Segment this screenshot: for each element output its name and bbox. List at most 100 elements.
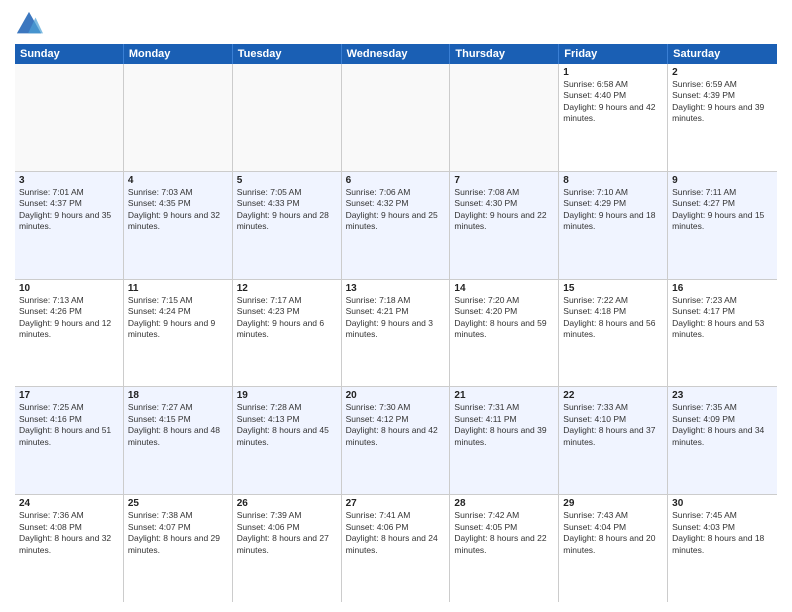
day-number: 26 bbox=[237, 498, 337, 509]
cell-info: Sunrise: 7:08 AM Sunset: 4:30 PM Dayligh… bbox=[454, 187, 554, 233]
calendar-cell-4-4: 28Sunrise: 7:42 AM Sunset: 4:05 PM Dayli… bbox=[450, 495, 559, 602]
cell-info: Sunrise: 7:27 AM Sunset: 4:15 PM Dayligh… bbox=[128, 402, 228, 448]
day-number: 22 bbox=[563, 390, 663, 401]
cell-info: Sunrise: 7:20 AM Sunset: 4:20 PM Dayligh… bbox=[454, 295, 554, 341]
header-day-thursday: Thursday bbox=[450, 44, 559, 64]
calendar-page: SundayMondayTuesdayWednesdayThursdayFrid… bbox=[0, 0, 792, 612]
calendar-cell-3-4: 21Sunrise: 7:31 AM Sunset: 4:11 PM Dayli… bbox=[450, 387, 559, 494]
page-header bbox=[15, 10, 777, 38]
day-number: 11 bbox=[128, 283, 228, 294]
calendar-cell-0-1 bbox=[124, 64, 233, 171]
header-day-saturday: Saturday bbox=[668, 44, 777, 64]
day-number: 16 bbox=[672, 283, 773, 294]
calendar-row-2: 10Sunrise: 7:13 AM Sunset: 4:26 PM Dayli… bbox=[15, 280, 777, 388]
calendar-cell-1-1: 4Sunrise: 7:03 AM Sunset: 4:35 PM Daylig… bbox=[124, 172, 233, 279]
calendar-cell-0-2 bbox=[233, 64, 342, 171]
cell-info: Sunrise: 7:31 AM Sunset: 4:11 PM Dayligh… bbox=[454, 402, 554, 448]
day-number: 5 bbox=[237, 175, 337, 186]
calendar-cell-4-2: 26Sunrise: 7:39 AM Sunset: 4:06 PM Dayli… bbox=[233, 495, 342, 602]
cell-info: Sunrise: 7:01 AM Sunset: 4:37 PM Dayligh… bbox=[19, 187, 119, 233]
day-number: 20 bbox=[346, 390, 446, 401]
header-day-friday: Friday bbox=[559, 44, 668, 64]
cell-info: Sunrise: 7:36 AM Sunset: 4:08 PM Dayligh… bbox=[19, 510, 119, 556]
day-number: 4 bbox=[128, 175, 228, 186]
logo-icon bbox=[15, 10, 43, 38]
day-number: 1 bbox=[563, 67, 663, 78]
day-number: 18 bbox=[128, 390, 228, 401]
day-number: 30 bbox=[672, 498, 773, 509]
day-number: 19 bbox=[237, 390, 337, 401]
calendar-cell-2-1: 11Sunrise: 7:15 AM Sunset: 4:24 PM Dayli… bbox=[124, 280, 233, 387]
calendar-cell-3-3: 20Sunrise: 7:30 AM Sunset: 4:12 PM Dayli… bbox=[342, 387, 451, 494]
day-number: 6 bbox=[346, 175, 446, 186]
day-number: 17 bbox=[19, 390, 119, 401]
calendar-cell-4-3: 27Sunrise: 7:41 AM Sunset: 4:06 PM Dayli… bbox=[342, 495, 451, 602]
calendar-header: SundayMondayTuesdayWednesdayThursdayFrid… bbox=[15, 44, 777, 64]
calendar-cell-3-2: 19Sunrise: 7:28 AM Sunset: 4:13 PM Dayli… bbox=[233, 387, 342, 494]
day-number: 7 bbox=[454, 175, 554, 186]
calendar-cell-4-0: 24Sunrise: 7:36 AM Sunset: 4:08 PM Dayli… bbox=[15, 495, 124, 602]
calendar-cell-2-6: 16Sunrise: 7:23 AM Sunset: 4:17 PM Dayli… bbox=[668, 280, 777, 387]
calendar-row-1: 3Sunrise: 7:01 AM Sunset: 4:37 PM Daylig… bbox=[15, 172, 777, 280]
cell-info: Sunrise: 7:17 AM Sunset: 4:23 PM Dayligh… bbox=[237, 295, 337, 341]
calendar-cell-4-1: 25Sunrise: 7:38 AM Sunset: 4:07 PM Dayli… bbox=[124, 495, 233, 602]
calendar-cell-3-5: 22Sunrise: 7:33 AM Sunset: 4:10 PM Dayli… bbox=[559, 387, 668, 494]
cell-info: Sunrise: 7:41 AM Sunset: 4:06 PM Dayligh… bbox=[346, 510, 446, 556]
calendar-cell-2-0: 10Sunrise: 7:13 AM Sunset: 4:26 PM Dayli… bbox=[15, 280, 124, 387]
day-number: 15 bbox=[563, 283, 663, 294]
cell-info: Sunrise: 7:11 AM Sunset: 4:27 PM Dayligh… bbox=[672, 187, 773, 233]
calendar-row-0: 1Sunrise: 6:58 AM Sunset: 4:40 PM Daylig… bbox=[15, 64, 777, 172]
calendar-cell-1-4: 7Sunrise: 7:08 AM Sunset: 4:30 PM Daylig… bbox=[450, 172, 559, 279]
header-day-monday: Monday bbox=[124, 44, 233, 64]
cell-info: Sunrise: 7:25 AM Sunset: 4:16 PM Dayligh… bbox=[19, 402, 119, 448]
calendar-cell-2-5: 15Sunrise: 7:22 AM Sunset: 4:18 PM Dayli… bbox=[559, 280, 668, 387]
calendar-cell-2-4: 14Sunrise: 7:20 AM Sunset: 4:20 PM Dayli… bbox=[450, 280, 559, 387]
day-number: 27 bbox=[346, 498, 446, 509]
calendar-cell-1-6: 9Sunrise: 7:11 AM Sunset: 4:27 PM Daylig… bbox=[668, 172, 777, 279]
calendar-cell-1-5: 8Sunrise: 7:10 AM Sunset: 4:29 PM Daylig… bbox=[559, 172, 668, 279]
cell-info: Sunrise: 7:03 AM Sunset: 4:35 PM Dayligh… bbox=[128, 187, 228, 233]
cell-info: Sunrise: 7:13 AM Sunset: 4:26 PM Dayligh… bbox=[19, 295, 119, 341]
cell-info: Sunrise: 6:59 AM Sunset: 4:39 PM Dayligh… bbox=[672, 79, 773, 125]
cell-info: Sunrise: 7:35 AM Sunset: 4:09 PM Dayligh… bbox=[672, 402, 773, 448]
day-number: 10 bbox=[19, 283, 119, 294]
calendar-cell-0-0 bbox=[15, 64, 124, 171]
cell-info: Sunrise: 7:22 AM Sunset: 4:18 PM Dayligh… bbox=[563, 295, 663, 341]
cell-info: Sunrise: 7:45 AM Sunset: 4:03 PM Dayligh… bbox=[672, 510, 773, 556]
cell-info: Sunrise: 7:06 AM Sunset: 4:32 PM Dayligh… bbox=[346, 187, 446, 233]
calendar: SundayMondayTuesdayWednesdayThursdayFrid… bbox=[15, 44, 777, 602]
calendar-cell-4-6: 30Sunrise: 7:45 AM Sunset: 4:03 PM Dayli… bbox=[668, 495, 777, 602]
day-number: 8 bbox=[563, 175, 663, 186]
calendar-cell-0-5: 1Sunrise: 6:58 AM Sunset: 4:40 PM Daylig… bbox=[559, 64, 668, 171]
day-number: 28 bbox=[454, 498, 554, 509]
cell-info: Sunrise: 7:42 AM Sunset: 4:05 PM Dayligh… bbox=[454, 510, 554, 556]
cell-info: Sunrise: 7:30 AM Sunset: 4:12 PM Dayligh… bbox=[346, 402, 446, 448]
calendar-body: 1Sunrise: 6:58 AM Sunset: 4:40 PM Daylig… bbox=[15, 64, 777, 602]
cell-info: Sunrise: 7:15 AM Sunset: 4:24 PM Dayligh… bbox=[128, 295, 228, 341]
cell-info: Sunrise: 7:18 AM Sunset: 4:21 PM Dayligh… bbox=[346, 295, 446, 341]
day-number: 13 bbox=[346, 283, 446, 294]
calendar-cell-0-4 bbox=[450, 64, 559, 171]
calendar-cell-0-3 bbox=[342, 64, 451, 171]
cell-info: Sunrise: 7:38 AM Sunset: 4:07 PM Dayligh… bbox=[128, 510, 228, 556]
calendar-cell-1-0: 3Sunrise: 7:01 AM Sunset: 4:37 PM Daylig… bbox=[15, 172, 124, 279]
calendar-cell-3-0: 17Sunrise: 7:25 AM Sunset: 4:16 PM Dayli… bbox=[15, 387, 124, 494]
day-number: 21 bbox=[454, 390, 554, 401]
day-number: 14 bbox=[454, 283, 554, 294]
cell-info: Sunrise: 7:28 AM Sunset: 4:13 PM Dayligh… bbox=[237, 402, 337, 448]
cell-info: Sunrise: 7:23 AM Sunset: 4:17 PM Dayligh… bbox=[672, 295, 773, 341]
logo bbox=[15, 10, 47, 38]
header-day-sunday: Sunday bbox=[15, 44, 124, 64]
cell-info: Sunrise: 7:10 AM Sunset: 4:29 PM Dayligh… bbox=[563, 187, 663, 233]
calendar-cell-1-2: 5Sunrise: 7:05 AM Sunset: 4:33 PM Daylig… bbox=[233, 172, 342, 279]
day-number: 9 bbox=[672, 175, 773, 186]
day-number: 2 bbox=[672, 67, 773, 78]
day-number: 23 bbox=[672, 390, 773, 401]
calendar-cell-2-3: 13Sunrise: 7:18 AM Sunset: 4:21 PM Dayli… bbox=[342, 280, 451, 387]
header-day-wednesday: Wednesday bbox=[342, 44, 451, 64]
day-number: 25 bbox=[128, 498, 228, 509]
cell-info: Sunrise: 7:05 AM Sunset: 4:33 PM Dayligh… bbox=[237, 187, 337, 233]
calendar-cell-3-6: 23Sunrise: 7:35 AM Sunset: 4:09 PM Dayli… bbox=[668, 387, 777, 494]
calendar-cell-4-5: 29Sunrise: 7:43 AM Sunset: 4:04 PM Dayli… bbox=[559, 495, 668, 602]
day-number: 12 bbox=[237, 283, 337, 294]
